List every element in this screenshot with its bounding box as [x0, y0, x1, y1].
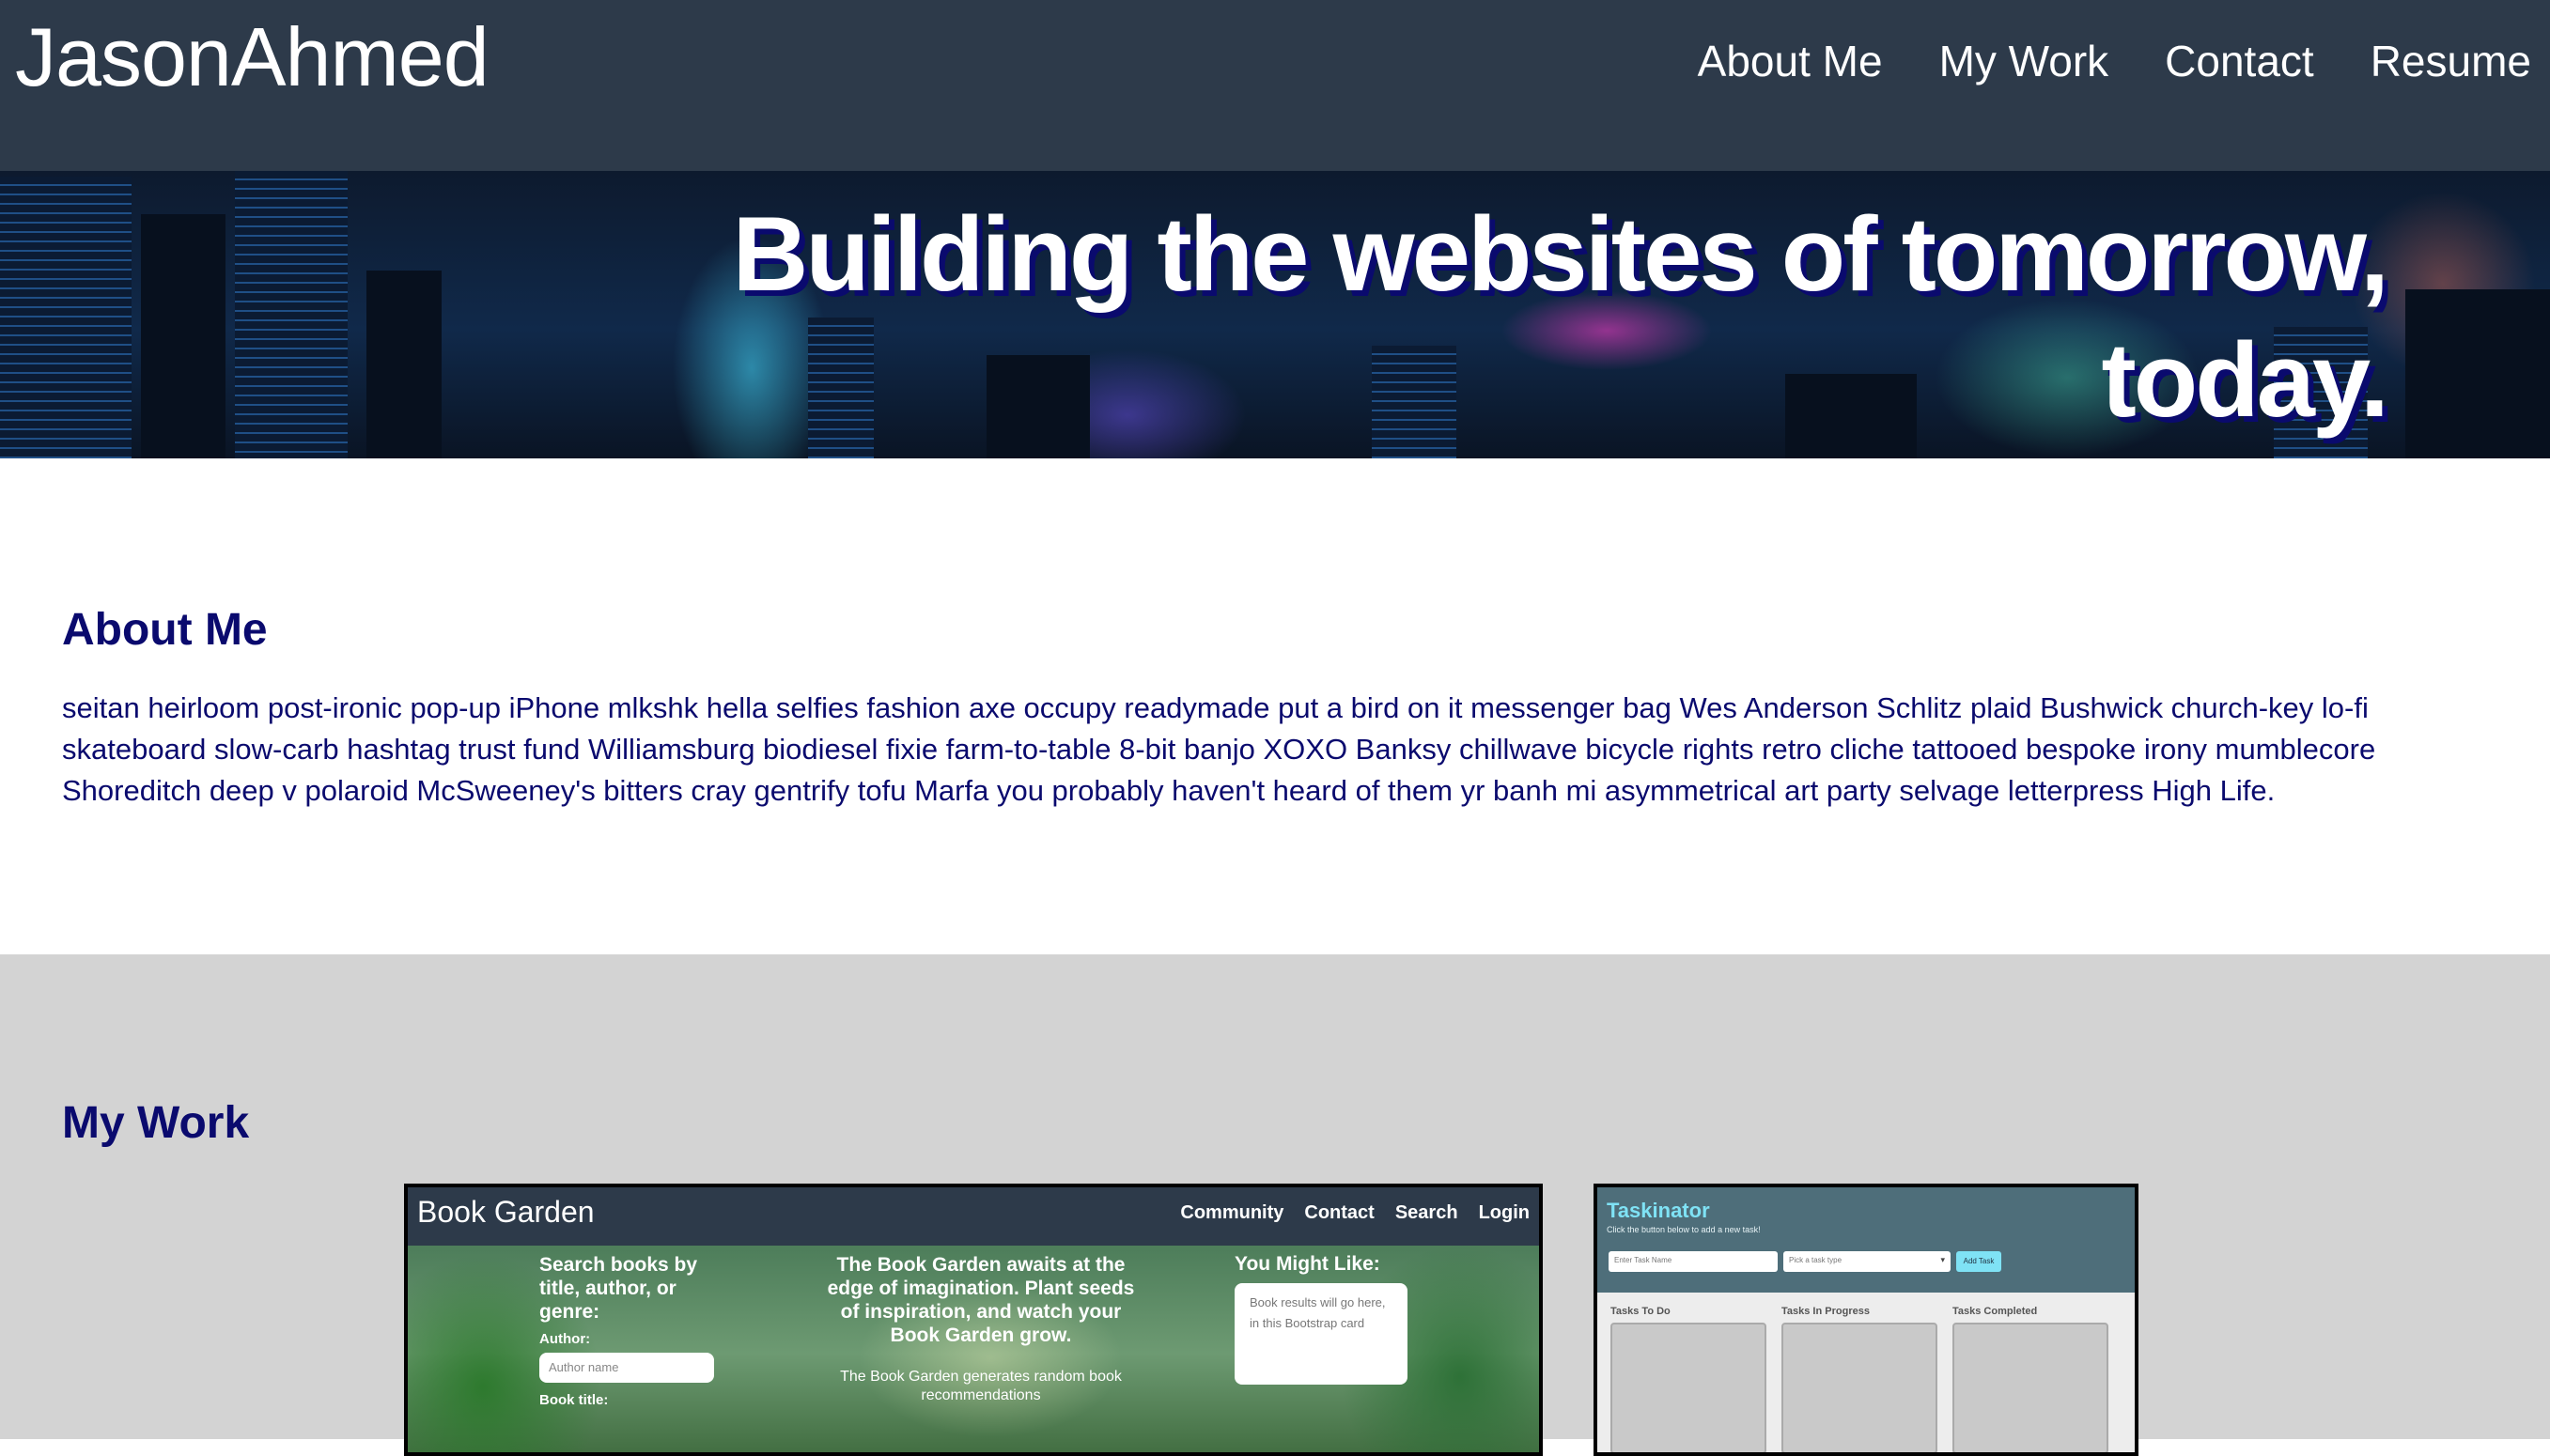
- chevron-down-icon: ▾: [1940, 1255, 1945, 1264]
- book-garden-navbar: Book Garden Community Contact Search Log…: [408, 1187, 1539, 1246]
- book-garden-author-input: Author name: [539, 1353, 714, 1383]
- hero-building: [2405, 289, 2550, 458]
- brand-logo[interactable]: JasonAhmed: [15, 9, 490, 105]
- work-heading: My Work: [62, 1098, 250, 1148]
- hero-building: [0, 177, 132, 458]
- book-garden-nav: Community Contact Search Login: [1180, 1202, 1530, 1224]
- about-heading: About Me: [62, 605, 268, 655]
- book-garden-search-title: Search books by title, author, or genre:: [539, 1254, 698, 1323]
- book-garden-brand: Book Garden: [417, 1195, 595, 1229]
- taskinator-task-list: [1952, 1323, 2108, 1452]
- book-garden-body: Search books by title, author, or genre:…: [408, 1246, 1539, 1452]
- taskinator-type-select: Pick a task type ▾: [1783, 1251, 1951, 1272]
- nav-resume[interactable]: Resume: [2371, 36, 2531, 86]
- taskinator-column-completed: Tasks Completed: [1952, 1306, 2110, 1452]
- nav-about-me[interactable]: About Me: [1698, 36, 1883, 86]
- book-garden-intro-main: The Book Garden awaits at the edge of im…: [827, 1254, 1135, 1346]
- taskinator-column-title: Tasks In Progress: [1781, 1306, 1870, 1317]
- taskinator-task-list: [1610, 1323, 1766, 1452]
- book-garden-like-title: You Might Like:: [1235, 1253, 1380, 1275]
- hero-banner: Building the websites of tomorrow, today…: [0, 171, 2550, 458]
- taskinator-add-button: Add Task: [1956, 1251, 2001, 1272]
- taskinator-column-in-progress: Tasks In Progress: [1781, 1306, 1939, 1452]
- book-garden-nav-community: Community: [1180, 1202, 1284, 1223]
- taskinator-task-input: Enter Task Name: [1609, 1251, 1778, 1272]
- taskinator-column-todo: Tasks To Do: [1610, 1306, 1768, 1452]
- hero-building: [141, 214, 225, 458]
- book-garden-intro: The Book Garden awaits at the edge of im…: [821, 1253, 1141, 1405]
- main-nav: About Me My Work Contact Resume: [1698, 36, 2531, 86]
- project-card-taskinator[interactable]: Taskinator Click the button below to add…: [1594, 1184, 2138, 1456]
- about-section: About Me seitan heirloom post-ironic pop…: [0, 458, 2550, 954]
- taskinator-title: Taskinator: [1607, 1199, 1710, 1222]
- book-garden-suggestions: You Might Like: Book results will go her…: [1235, 1253, 1423, 1385]
- book-garden-book-title-label: Book title:: [539, 1392, 609, 1408]
- taskinator-subtitle: Click the button below to add a new task…: [1607, 1225, 1761, 1234]
- hero-building: [366, 271, 442, 458]
- nav-my-work[interactable]: My Work: [1939, 36, 2109, 86]
- about-text: seitan heirloom post-ironic pop-up iPhon…: [62, 691, 2376, 807]
- taskinator-task-list: [1781, 1323, 1937, 1452]
- hero-title: Building the websites of tomorrow, today…: [732, 195, 2389, 439]
- project-card-book-garden[interactable]: Book Garden Community Contact Search Log…: [404, 1184, 1543, 1456]
- work-section: My Work Book Garden Community Contact Se…: [0, 954, 2550, 1456]
- taskinator-type-label: Pick a task type: [1789, 1256, 1843, 1264]
- book-garden-search-panel: Search books by title, author, or genre:…: [539, 1253, 727, 1408]
- taskinator-header: Taskinator Click the button below to add…: [1597, 1187, 2135, 1293]
- book-garden-results-card: Book results will go here, in this Boots…: [1235, 1283, 1407, 1385]
- book-garden-intro-sub: The Book Garden generates random book re…: [840, 1369, 1122, 1403]
- book-garden-nav-search: Search: [1394, 1202, 1458, 1223]
- book-garden-nav-login: Login: [1478, 1202, 1530, 1223]
- taskinator-board: Tasks To Do Tasks In Progress Tasks Comp…: [1597, 1293, 2135, 1452]
- nav-contact[interactable]: Contact: [2165, 36, 2314, 86]
- site-header: JasonAhmed About Me My Work Contact Resu…: [0, 0, 2550, 171]
- hero-building: [235, 171, 348, 458]
- taskinator-column-title: Tasks Completed: [1952, 1306, 2038, 1317]
- book-garden-author-label: Author:: [539, 1331, 591, 1347]
- book-garden-nav-contact: Contact: [1304, 1202, 1375, 1223]
- taskinator-column-title: Tasks To Do: [1610, 1306, 1671, 1317]
